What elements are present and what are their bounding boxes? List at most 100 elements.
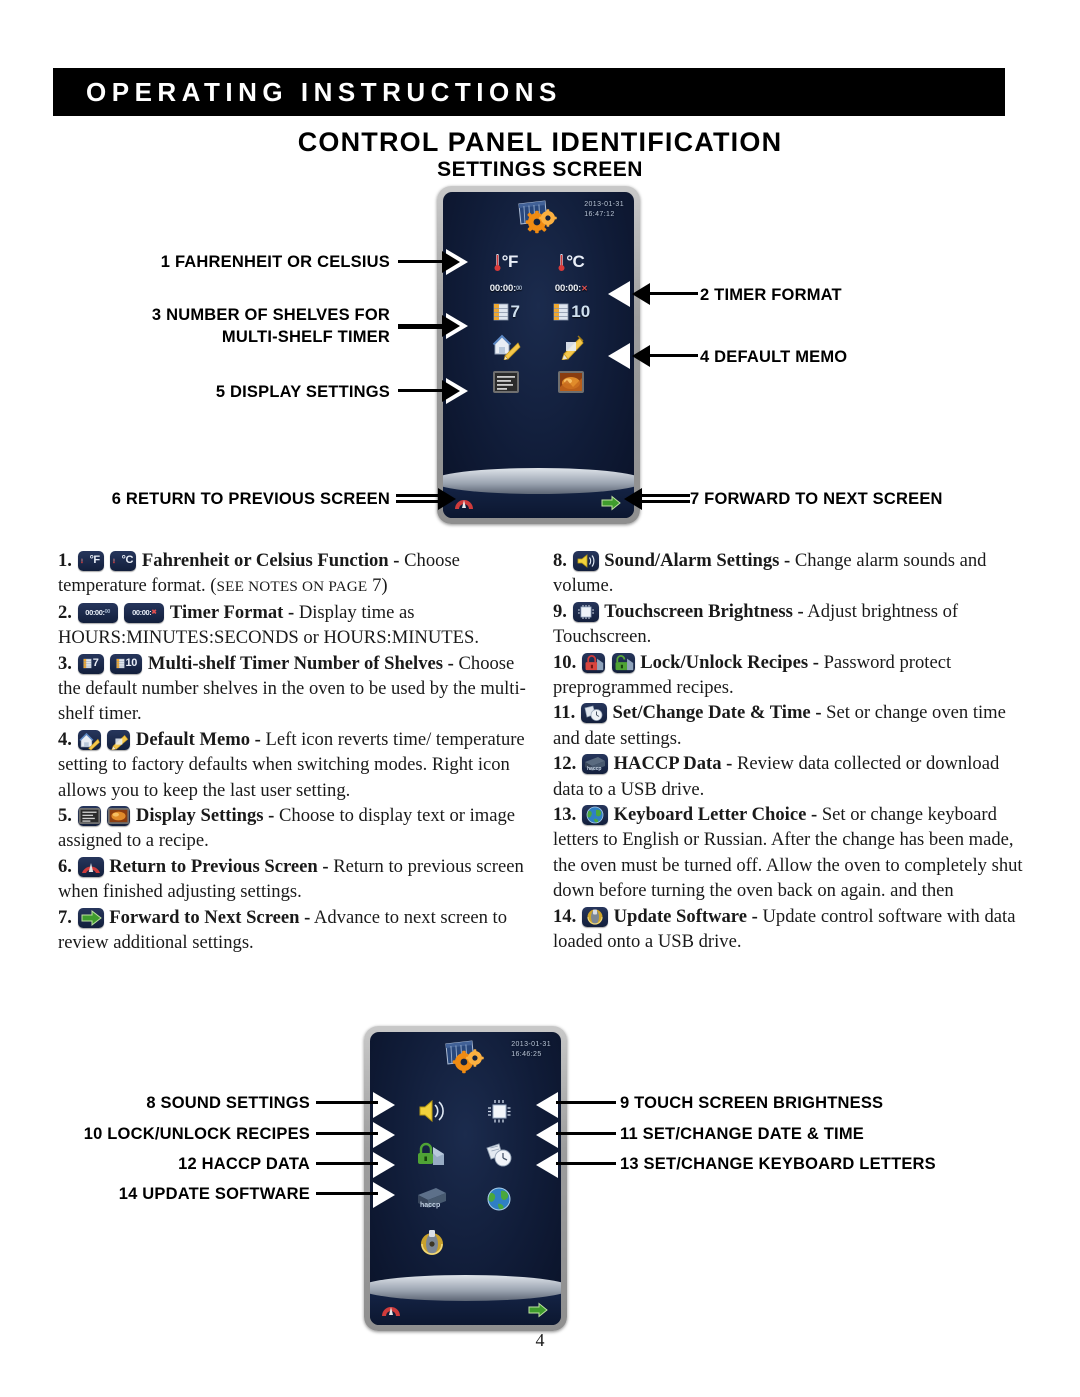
- display-settings-image-icon: [107, 806, 131, 827]
- thermometer-icon: [494, 253, 501, 272]
- description-number-3: 3.: [58, 652, 72, 674]
- fahrenheit-label: °F: [501, 252, 519, 271]
- celsius-icon: °C: [110, 551, 137, 571]
- default-memo-keep-icon[interactable]: [556, 330, 586, 360]
- screen-2-icon-grid: haccp: [370, 1094, 561, 1260]
- description-title-14: Update Software -: [613, 905, 758, 927]
- description-number-12: 12.: [553, 753, 577, 775]
- shelves-7-icon[interactable]: 7: [492, 301, 520, 323]
- svg-text:haccp: haccp: [587, 766, 601, 772]
- touch-screen-brightness-icon[interactable]: [482, 1094, 516, 1128]
- description-title-11: Set/Change Date & Time -: [612, 702, 822, 724]
- timer-format-hm-icon: 00:00: ✖: [124, 602, 165, 623]
- timer-format-hms-icon[interactable]: 00:00: 00: [490, 283, 522, 294]
- device-1-display: 2013-01-31 16:47:12 °F °C 00:00: 00 00:0…: [443, 192, 634, 518]
- forward-arrow-icon: [77, 907, 104, 928]
- timer-format-hms-icon: 00:00: 00: [77, 602, 118, 623]
- thermometer-icon: [558, 253, 565, 272]
- screen-1-icon-grid: °F °C 00:00: 00 00:00: ✕ 7 10: [443, 248, 634, 397]
- description-item-7: 7. Forward to Next Screen - Advance to n…: [58, 905, 528, 956]
- description-item-1: 1. °F °C Fahrenheit or Celsius Function …: [58, 548, 528, 600]
- celsius-icon[interactable]: °C: [558, 248, 585, 276]
- callout-arrow-4: [608, 343, 630, 369]
- unlock-recipes-icon: [611, 652, 635, 673]
- page-number: 4: [535, 1330, 545, 1350]
- return-to-previous-screen-button[interactable]: [380, 1302, 402, 1318]
- description-number-9: 9.: [553, 600, 567, 622]
- leader-line-14: [316, 1190, 378, 1197]
- oven-gear-logo-icon: [510, 198, 564, 238]
- timer-format-hm-icon[interactable]: 00:00: ✕: [555, 283, 588, 294]
- description-number-6: 6.: [58, 855, 72, 877]
- leader-line-10: [316, 1130, 378, 1137]
- update-software-icon[interactable]: [415, 1226, 449, 1260]
- device-2-display: 2013-01-31 16:46:25 haccp: [370, 1032, 561, 1325]
- leader-line-11: [556, 1130, 616, 1137]
- display-settings-image-icon[interactable]: [556, 367, 586, 397]
- shelves-7-count: 7: [510, 302, 520, 321]
- leader-line-8: [316, 1099, 378, 1106]
- description-number-7: 7.: [58, 906, 72, 928]
- description-item-11: 11. Set/Change Date & Time - Set or chan…: [553, 700, 1023, 751]
- description-item-4: 4. Default Memo - Left icon reverts time…: [58, 727, 528, 803]
- description-title-10: Lock/Unlock Recipes -: [640, 651, 819, 673]
- haccp-data-icon[interactable]: haccp: [415, 1182, 449, 1216]
- timer-hms-label: 00:00:: [489, 283, 517, 294]
- callout-label-11: 11 SET/CHANGE DATE & TIME: [620, 1125, 864, 1143]
- lock-unlock-recipes-icon[interactable]: [415, 1138, 449, 1172]
- screen-1-time: 16:47:12: [584, 211, 615, 218]
- callout-label-8: 8 SOUND SETTINGS: [146, 1094, 310, 1112]
- display-settings-text-icon[interactable]: [491, 367, 521, 397]
- callout-label-5: 5 DISPLAY SETTINGS: [215, 383, 390, 401]
- description-item-10: 10. Lock/Unlock Recipes - Password prote…: [553, 650, 1023, 701]
- description-number-2: 2.: [58, 601, 72, 623]
- default-memo-revert-icon[interactable]: [491, 330, 521, 360]
- description-item-9: 9. Touchscreen Brightness - Adjust brigh…: [553, 599, 1023, 650]
- haccp-data-icon: haccp: [581, 754, 608, 775]
- description-number-14: 14.: [553, 905, 577, 927]
- leader-line-13: [556, 1160, 616, 1167]
- description-title-4: Default Memo -: [135, 728, 261, 750]
- callout-label-3-line1: 3 NUMBER OF SHELVES FOR: [151, 306, 390, 324]
- description-item-2: 2. 00:00: 00 00:00: ✖ Timer Format - Displ…: [58, 600, 528, 651]
- description-title-12: HACCP Data -: [613, 753, 733, 775]
- default-memo-keep-icon: [107, 729, 131, 750]
- shelves-10-icon: 10: [110, 653, 143, 674]
- settings-screen-device-2: 2013-01-31 16:46:25 haccp: [364, 1026, 567, 1331]
- forward-to-next-screen-button[interactable]: [600, 495, 622, 511]
- callout-arrow-13: [536, 1152, 558, 1178]
- return-arrow-icon: [77, 856, 104, 877]
- sound-settings-icon[interactable]: [415, 1094, 449, 1128]
- callout-arrow-2: [608, 281, 630, 307]
- description-title-8: Sound/Alarm Settings -: [604, 550, 791, 571]
- callout-label-6: 6 RETURN TO PREVIOUS SCREEN: [111, 490, 390, 508]
- display-settings-text-icon: [77, 806, 101, 827]
- timer-hms-seconds: 00: [516, 285, 522, 292]
- shelves-7-icon: 7: [77, 653, 104, 674]
- description-title-2: Timer Format -: [169, 601, 295, 623]
- set-change-date-time-icon[interactable]: [482, 1138, 516, 1172]
- shelves-10-count: 10: [571, 302, 591, 321]
- screen-2-datetime: 2013-01-31 16:46:25: [511, 1040, 551, 1060]
- leader-line-2: [632, 282, 698, 305]
- description-number-11: 11.: [553, 702, 576, 724]
- description-item-14: 14. Update Software - Update control sof…: [553, 904, 1023, 955]
- page-title: CONTROL PANEL IDENTIFICATION: [297, 127, 783, 157]
- shelves-10-icon[interactable]: 10: [552, 301, 590, 323]
- sound-alarm-icon: [572, 551, 599, 571]
- descriptions-right-column: 8. Sound/Alarm Settings - Change alarm s…: [553, 548, 1023, 955]
- description-title-3: Multi-shelf Timer Number of Shelves -: [147, 652, 454, 674]
- leader-line-3: [398, 314, 460, 337]
- description-item-6: 6. Return to Previous Screen - Return to…: [58, 854, 528, 905]
- set-change-keyboard-letters-icon[interactable]: [482, 1182, 516, 1216]
- update-software-icon: [581, 906, 608, 927]
- forward-to-next-screen-button[interactable]: [527, 1302, 549, 1318]
- page-subtitle: SETTINGS SCREEN: [437, 158, 643, 181]
- description-item-8: 8. Sound/Alarm Settings - Change alarm s…: [553, 548, 1023, 599]
- screen-2-time: 16:46:25: [511, 1051, 542, 1058]
- leader-line-1: [398, 250, 460, 273]
- fahrenheit-icon[interactable]: °F: [494, 248, 518, 276]
- leader-line-5: [398, 379, 460, 402]
- description-title-13: Keyboard Letter Choice -: [613, 804, 818, 826]
- oven-gear-logo-icon: [437, 1038, 491, 1078]
